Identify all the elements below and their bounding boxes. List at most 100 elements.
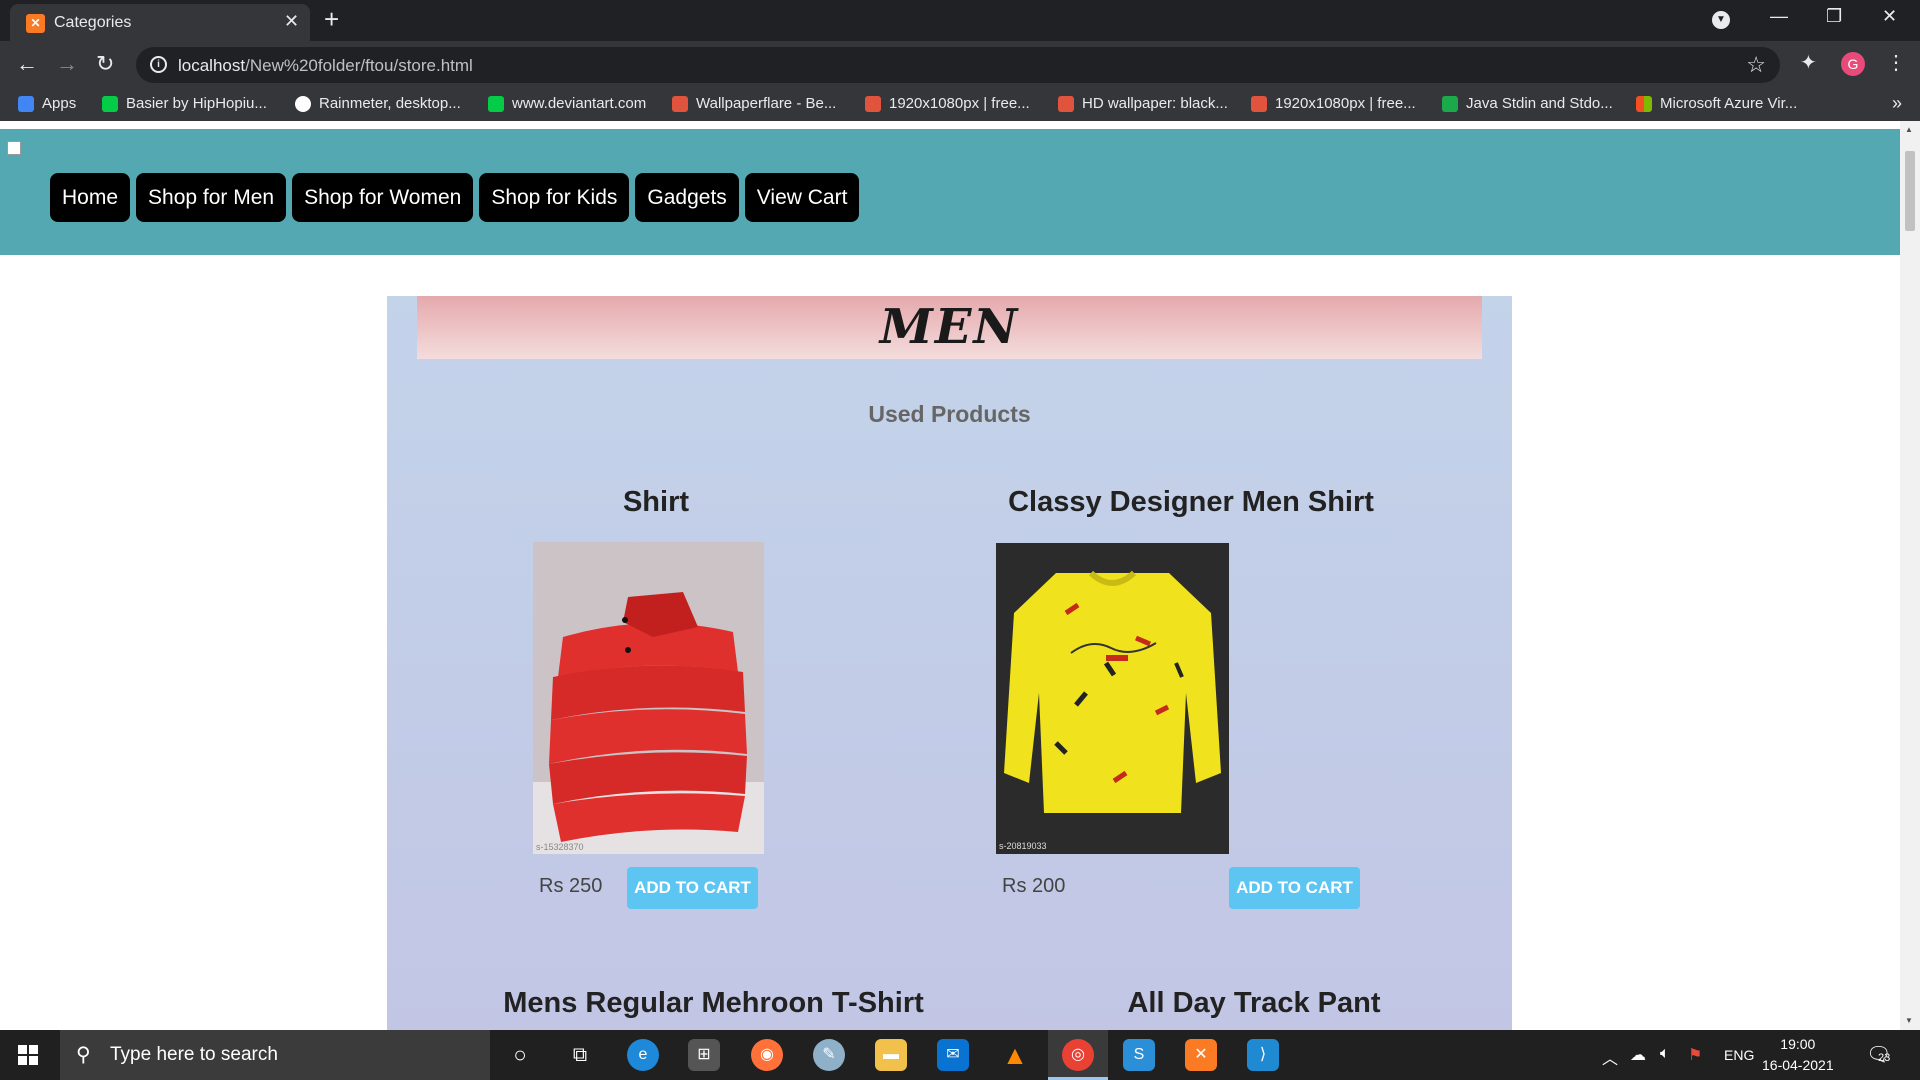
tab-title: Categories bbox=[54, 14, 132, 31]
nav-view-cart[interactable]: View Cart bbox=[744, 173, 860, 222]
scroll-up-icon[interactable]: ▲ bbox=[1905, 125, 1913, 134]
windows-taskbar: ⚲ Type here to search ○ ⧉ e ⊞ ◉ ✎ ▬ ✉ ▲ … bbox=[0, 1030, 1920, 1080]
bookmark-label: 1920x1080px | free... bbox=[889, 95, 1030, 112]
product-card: Classy Designer Men Shirt bbox=[951, 486, 1431, 519]
bookmark-apps[interactable]: Apps bbox=[18, 95, 76, 112]
tray-chevron-icon[interactable]: ︿ bbox=[1602, 1045, 1618, 1069]
url-text[interactable]: localhost/New%20folder/ftou/store.html bbox=[178, 56, 473, 76]
bookmark-label: Basier by HipHopiu... bbox=[126, 95, 267, 112]
bookmark-item[interactable]: Microsoft Azure Vir... bbox=[1636, 95, 1797, 112]
language-indicator[interactable]: ENG bbox=[1724, 1047, 1754, 1063]
profile-avatar[interactable]: G bbox=[1841, 52, 1865, 76]
new-tab-button[interactable]: + bbox=[324, 6, 339, 32]
browser-toolbar: ← → ↻ i localhost/New%20folder/ftou/stor… bbox=[0, 41, 1920, 88]
nav-home[interactable]: Home bbox=[50, 173, 131, 222]
bookmark-label: Microsoft Azure Vir... bbox=[1660, 95, 1798, 112]
chrome-icon[interactable]: ◎ bbox=[1062, 1039, 1094, 1071]
more-bookmarks-icon[interactable]: » bbox=[1892, 93, 1902, 114]
bookmark-label: Apps bbox=[42, 95, 77, 112]
nav-shop-men[interactable]: Shop for Men bbox=[136, 173, 287, 222]
system-clock[interactable]: 19:00 16-04-2021 bbox=[1762, 1034, 1834, 1076]
paint-icon[interactable]: ✎ bbox=[813, 1039, 845, 1071]
bookmarks-bar: Apps Basier by HipHopiu... Rainmeter, de… bbox=[0, 88, 1920, 121]
bookmark-label: Rainmeter, desktop... bbox=[319, 95, 461, 112]
product-name: Mens Regular Mehroon T-Shirt bbox=[503, 987, 924, 1019]
scroll-down-icon[interactable]: ▼ bbox=[1905, 1016, 1913, 1025]
red-shirts-illustration bbox=[533, 542, 764, 854]
bookmark-label: 1920x1080px | free... bbox=[1275, 95, 1416, 112]
browser-tab-strip: ✕ Categories ✕ + ▼ — ❐ ✕ bbox=[0, 0, 1920, 41]
mail-icon[interactable]: ✉ bbox=[937, 1039, 969, 1071]
firefox-icon[interactable]: ◉ bbox=[751, 1039, 783, 1071]
browser-tab[interactable]: ✕ Categories ✕ bbox=[10, 4, 310, 41]
bookmark-item[interactable]: 1920x1080px | free... bbox=[865, 95, 1030, 112]
category-title: MEN bbox=[879, 299, 1020, 355]
extensions-icon[interactable]: ✦ bbox=[1800, 50, 1817, 75]
restore-icon[interactable]: ❐ bbox=[1826, 6, 1842, 27]
file-explorer-icon[interactable]: ▬ bbox=[875, 1039, 907, 1071]
antivirus-icon[interactable]: ⚑ bbox=[1688, 1045, 1702, 1065]
edge-icon[interactable]: e bbox=[627, 1039, 659, 1071]
nav-shop-kids[interactable]: Shop for Kids bbox=[479, 173, 630, 222]
task-view-icon[interactable]: ⧉ bbox=[564, 1039, 596, 1071]
onedrive-icon[interactable]: ☁ bbox=[1630, 1045, 1646, 1065]
windows-start-icon[interactable] bbox=[18, 1045, 39, 1066]
forward-icon[interactable]: → bbox=[56, 51, 78, 77]
bookmark-item[interactable]: Wallpaperflare - Be... bbox=[672, 95, 836, 112]
taskbar-search-placeholder: Type here to search bbox=[110, 1044, 278, 1065]
bookmark-label: www.deviantart.com bbox=[512, 95, 647, 112]
close-tab-icon[interactable]: ✕ bbox=[284, 11, 299, 32]
add-to-cart-button[interactable]: ADD TO CART bbox=[627, 867, 758, 909]
xampp-icon[interactable]: ✕ bbox=[1185, 1039, 1217, 1071]
tab-search-icon[interactable]: ▼ bbox=[1712, 11, 1730, 29]
bookmark-item[interactable]: Rainmeter, desktop... bbox=[295, 95, 461, 112]
reload-icon[interactable]: ↻ bbox=[96, 51, 114, 77]
close-window-icon[interactable]: ✕ bbox=[1882, 6, 1897, 27]
browser-menu-icon[interactable]: ⋮ bbox=[1886, 50, 1906, 75]
yellow-shirt-illustration bbox=[996, 543, 1229, 854]
vscode-icon[interactable]: ⟩ bbox=[1247, 1039, 1279, 1071]
notification-center-icon[interactable]: 🗨︎ 23 bbox=[1866, 1042, 1891, 1067]
product-card: Shirt bbox=[416, 486, 896, 519]
deviantart-icon bbox=[102, 95, 118, 112]
product-name: Shirt bbox=[622, 486, 690, 518]
page-viewport: Home Shop for Men Shop for Women Shop fo… bbox=[0, 121, 1900, 1030]
bookmark-item[interactable]: www.deviantart.com bbox=[488, 95, 646, 112]
image-watermark: s-20819033 bbox=[999, 841, 1047, 851]
bookmark-star-icon[interactable]: ☆ bbox=[1746, 52, 1766, 78]
microsoft-icon bbox=[1636, 95, 1652, 112]
vlc-icon[interactable]: ▲ bbox=[999, 1039, 1031, 1071]
url-host: localhost bbox=[178, 56, 246, 75]
nav-gadgets[interactable]: Gadgets bbox=[635, 173, 739, 222]
nav-shop-women[interactable]: Shop for Women bbox=[292, 173, 474, 222]
bookmark-item[interactable]: Basier by HipHopiu... bbox=[102, 95, 267, 112]
bookmark-item[interactable]: Java Stdin and Stdo... bbox=[1442, 95, 1613, 112]
bookmark-item[interactable]: 1920x1080px | free... bbox=[1251, 95, 1416, 112]
menu-toggle-checkbox[interactable] bbox=[7, 141, 21, 155]
minimize-icon[interactable]: — bbox=[1770, 6, 1788, 27]
add-to-cart-button[interactable]: ADD TO CART bbox=[1229, 867, 1360, 909]
store-icon[interactable]: ⊞ bbox=[688, 1039, 720, 1071]
red-shirts-stack-image: s-15328370 bbox=[533, 542, 764, 854]
taskbar-search[interactable]: ⚲ Type here to search bbox=[60, 1030, 490, 1080]
main-navigation: Home Shop for Men Shop for Women Shop fo… bbox=[50, 173, 860, 222]
bookmark-item[interactable]: HD wallpaper: black... bbox=[1058, 95, 1228, 112]
clock-time: 19:00 bbox=[1780, 1036, 1816, 1052]
rainmeter-icon bbox=[295, 95, 311, 112]
clock-date: 16-04-2021 bbox=[1762, 1057, 1834, 1073]
scroll-thumb[interactable] bbox=[1905, 151, 1915, 231]
site-info-icon[interactable]: i bbox=[150, 56, 167, 73]
product-name: Classy Designer Men Shirt bbox=[1008, 486, 1374, 518]
flame-icon bbox=[865, 95, 881, 112]
flame-icon bbox=[1058, 95, 1074, 112]
flame-icon bbox=[1251, 95, 1267, 112]
sublime-icon[interactable]: S bbox=[1123, 1039, 1155, 1071]
volume-icon[interactable]: 🔈︎ bbox=[1660, 1045, 1670, 1063]
bookmark-label: Java Stdin and Stdo... bbox=[1466, 95, 1613, 112]
product-price: Rs 250 bbox=[539, 875, 603, 897]
back-icon[interactable]: ← bbox=[16, 51, 38, 77]
page-scrollbar[interactable]: ▲ ▼ bbox=[1900, 121, 1920, 1030]
address-bar[interactable]: i localhost/New%20folder/ftou/store.html… bbox=[136, 47, 1780, 83]
notification-count: 23 bbox=[1878, 1052, 1891, 1064]
cortana-icon[interactable]: ○ bbox=[504, 1039, 536, 1071]
